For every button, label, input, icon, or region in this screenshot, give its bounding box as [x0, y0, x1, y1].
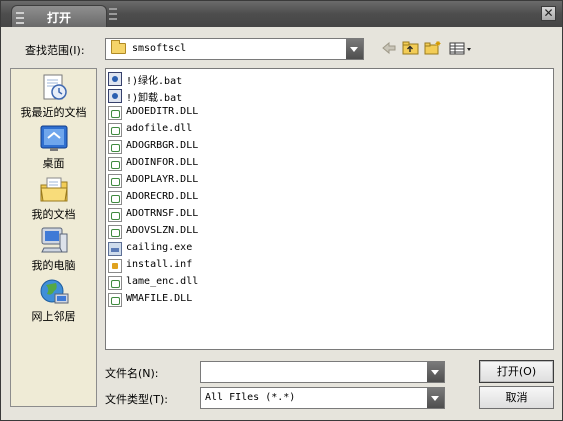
- open-button[interactable]: 打开(O): [479, 360, 554, 383]
- batch-file-icon: [108, 72, 122, 86]
- filetype-select[interactable]: All FIles (*.*): [200, 387, 445, 409]
- place-label: 我的文档: [31, 208, 76, 221]
- dll-file-icon: [108, 293, 122, 307]
- my-computer-icon: [38, 226, 70, 256]
- dll-file-icon: [108, 157, 122, 171]
- views-menu-icon[interactable]: [448, 40, 474, 58]
- new-folder-icon[interactable]: [424, 40, 442, 58]
- recent-documents-icon: [38, 73, 70, 103]
- file-name: ADOTRNSF.DLL: [126, 208, 199, 219]
- dll-file-icon: [108, 208, 122, 222]
- filename-field[interactable]: [200, 361, 445, 383]
- place-label: 我最近的文档: [20, 106, 87, 119]
- exe-file-icon: [108, 242, 122, 256]
- dll-file-icon: [108, 140, 122, 154]
- lookin-value: smsoftscl: [132, 43, 187, 54]
- dll-file-icon: [108, 276, 122, 290]
- file-name: !)卸载.bat: [126, 93, 183, 104]
- filename-label: 文件名(N):: [105, 367, 159, 380]
- desktop-icon: [38, 124, 70, 154]
- file-name: ADOINFOR.DLL: [126, 157, 199, 168]
- close-button[interactable]: ✕: [541, 6, 556, 21]
- filetype-dropdown-button[interactable]: [427, 388, 444, 408]
- dll-file-icon: [108, 106, 122, 120]
- place-label: 桌面: [42, 157, 65, 170]
- dll-file-icon: [108, 225, 122, 239]
- dll-file-icon: [108, 123, 122, 137]
- file-name: cailing.exe: [126, 242, 193, 253]
- title-bar[interactable]: 打开 ✕: [1, 1, 562, 27]
- my-documents-icon: [38, 175, 70, 205]
- back-arrow-icon[interactable]: [380, 40, 398, 58]
- place-my-computer[interactable]: 我的电脑: [11, 226, 96, 273]
- grip-right-icon: [109, 8, 117, 20]
- up-folder-icon[interactable]: [402, 40, 420, 58]
- file-name: ADOVSLZN.DLL: [126, 225, 199, 236]
- file-name: ADOEDITR.DLL: [126, 106, 199, 117]
- folder-icon: [111, 40, 126, 54]
- place-desktop[interactable]: 桌面: [11, 124, 96, 171]
- title-tab: 打开: [11, 5, 107, 27]
- places-bar: 我最近的文档 桌面 我的文档 我的电脑 网上邻居: [10, 68, 97, 407]
- open-file-dialog: 打开 ✕ 查找范围(I): smsoftscl 我最近的文档 桌面 我的文档 我…: [0, 0, 563, 421]
- batch-file-icon: [108, 89, 122, 103]
- filename-dropdown-button[interactable]: [427, 362, 444, 382]
- place-my-documents[interactable]: 我的文档: [11, 175, 96, 222]
- inf-file-icon: [108, 259, 122, 273]
- file-name: ADOPLAYR.DLL: [126, 174, 199, 185]
- lookin-label: 查找范围(I):: [25, 44, 85, 57]
- file-name: install.inf: [126, 259, 193, 270]
- lookin-combo[interactable]: smsoftscl: [105, 38, 364, 60]
- file-name: !)绿化.bat: [126, 76, 183, 87]
- filetype-label: 文件类型(T):: [105, 393, 169, 406]
- place-network-places[interactable]: 网上邻居: [11, 277, 96, 324]
- cancel-button[interactable]: 取消: [479, 386, 554, 409]
- place-recent-documents[interactable]: 我最近的文档: [11, 73, 96, 120]
- dll-file-icon: [108, 174, 122, 188]
- dialog-title: 打开: [46, 11, 71, 25]
- network-places-icon: [38, 277, 70, 307]
- file-list[interactable]: !)绿化.bat !)卸载.bat ADOEDITR.DLL adofile.d…: [105, 68, 554, 350]
- place-label: 网上邻居: [31, 310, 76, 323]
- lookin-dropdown-button[interactable]: [346, 39, 363, 59]
- file-name: ADOGRBGR.DLL: [126, 140, 199, 151]
- file-name: adofile.dll: [126, 123, 193, 134]
- file-name: lame_enc.dll: [126, 276, 199, 287]
- file-name: ADORECRD.DLL: [126, 191, 199, 202]
- file-name: WMAFILE.DLL: [126, 293, 193, 304]
- place-label: 我的电脑: [31, 259, 76, 272]
- dll-file-icon: [108, 191, 122, 205]
- filetype-value: All FIles (*.*): [205, 392, 296, 403]
